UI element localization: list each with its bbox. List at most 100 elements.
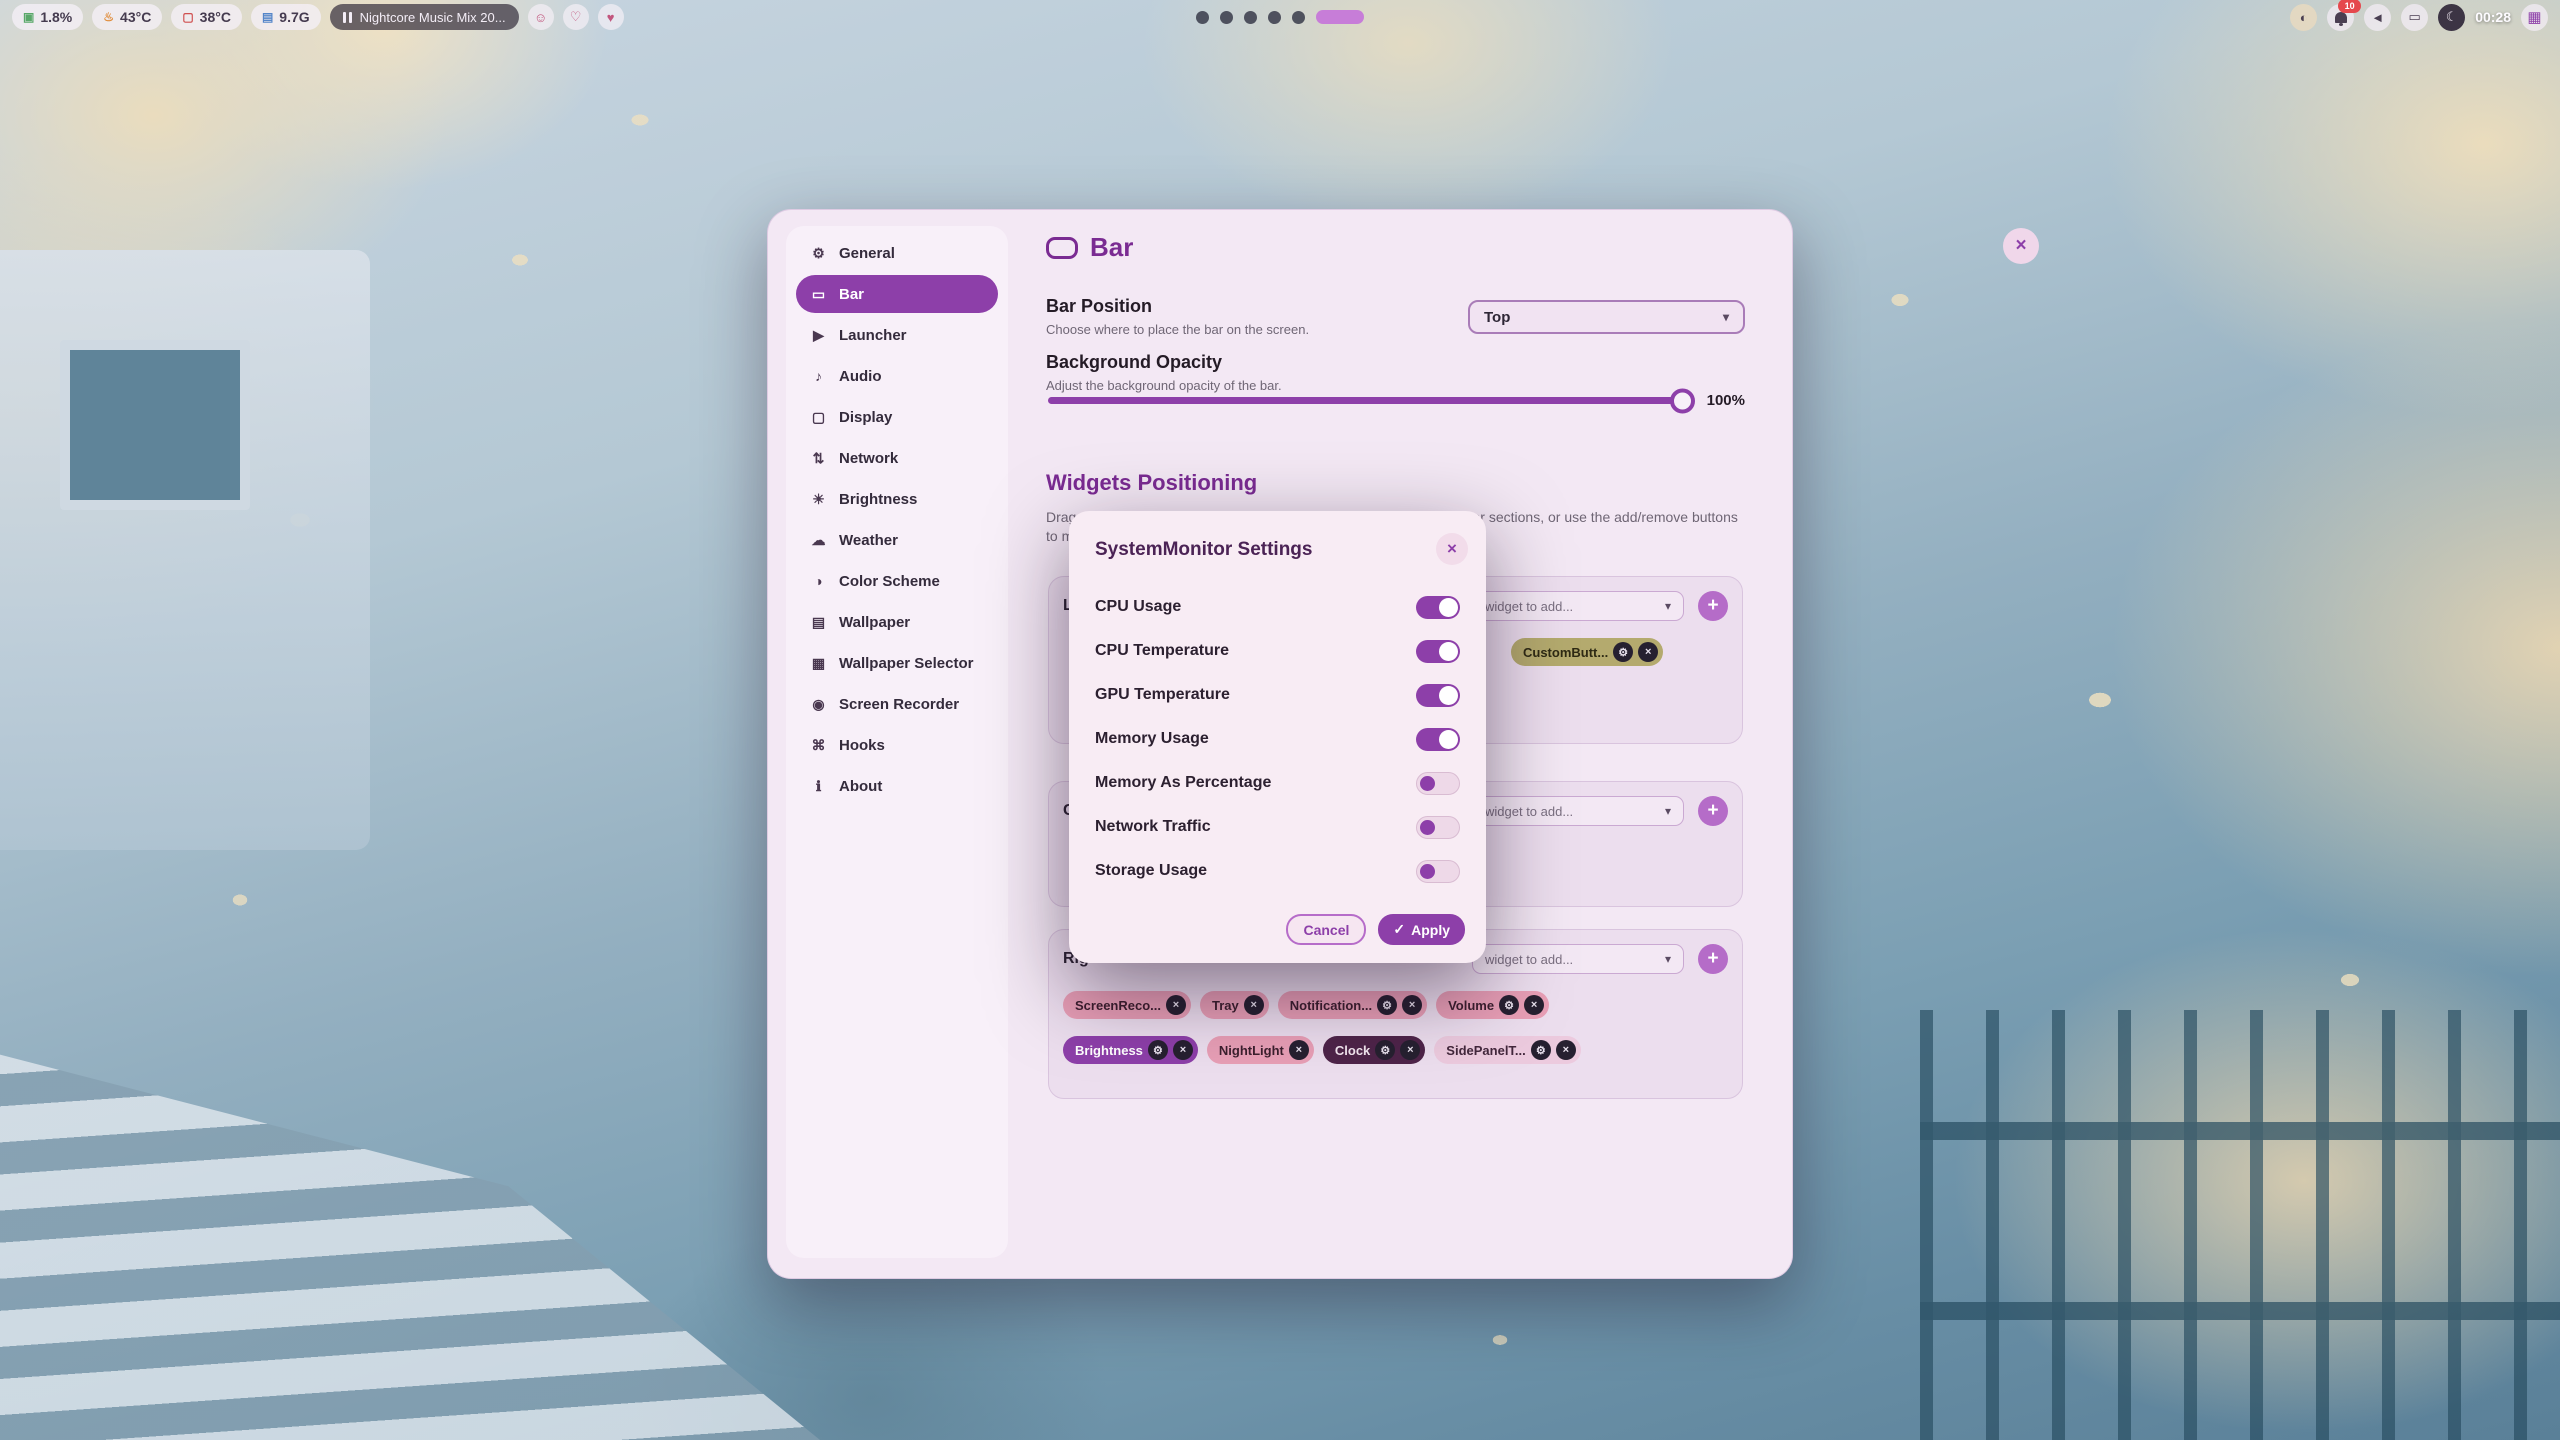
sidebar-item-about[interactable]: ℹ About (796, 767, 998, 805)
cpu-temp-module[interactable]: ♨ 43°C (92, 4, 162, 30)
add-widget-button[interactable]: + (1698, 944, 1728, 974)
sidebar-item-wallpaper-selector[interactable]: ▦ Wallpaper Selector (796, 644, 998, 682)
dialog-title: SystemMonitor Settings (1095, 539, 1312, 561)
gear-icon[interactable]: ⚙ (1499, 995, 1519, 1015)
sidebar-item-display[interactable]: ▢ Display (796, 398, 998, 436)
sidebar-item-label: Network (839, 450, 898, 467)
sidebar-item-audio[interactable]: ♪ Audio (796, 357, 998, 395)
remove-icon[interactable]: × (1173, 1040, 1193, 1060)
sidebar-item-hooks[interactable]: ⌘ Hooks (796, 726, 998, 764)
widget-chip-notifications[interactable]: Notification... ⚙ × (1278, 991, 1427, 1019)
remove-icon[interactable]: × (1289, 1040, 1309, 1060)
emote-icon: ☺ (534, 10, 547, 25)
night-light-button[interactable]: ☾ (2438, 4, 2465, 31)
sidebar-item-color-scheme[interactable]: ◑ Color Scheme (796, 562, 998, 600)
sidebar-item-screen-recorder[interactable]: ◉ Screen Recorder (796, 685, 998, 723)
memory-module[interactable]: ▤ 9.7G (251, 4, 321, 30)
dialog-close-button[interactable]: × (1436, 533, 1468, 565)
remove-icon[interactable]: × (1400, 1040, 1420, 1060)
add-widget-button[interactable]: + (1698, 591, 1728, 621)
opacity-slider[interactable] (1048, 397, 1691, 404)
add-widget-dropdown[interactable]: widget to add... ▾ (1472, 591, 1684, 621)
notifications-button[interactable]: 10 (2327, 4, 2354, 31)
sliders-icon: ⚙ (809, 245, 828, 262)
volume-button[interactable]: ◄ (2364, 4, 2391, 31)
heart-button[interactable]: ♡ (563, 4, 589, 30)
setting-row-network-traffic: Network Traffic (1095, 805, 1460, 849)
workspace-dot[interactable] (1244, 11, 1257, 24)
add-widget-dropdown[interactable]: widget to add... ▾ (1472, 796, 1684, 826)
emote-button[interactable]: ☺ (528, 4, 554, 30)
remove-icon[interactable]: × (1402, 995, 1422, 1015)
background-opacity-slider-row: 100% (1048, 392, 1745, 409)
cpu-usage-toggle[interactable] (1416, 596, 1460, 619)
memory-as-percentage-toggle[interactable] (1416, 772, 1460, 795)
widget-chip-screenrecorder[interactable]: ScreenReco... × (1063, 991, 1191, 1019)
gear-icon[interactable]: ⚙ (1613, 642, 1633, 662)
sidebar-item-label: Display (839, 409, 892, 426)
media-title: Nightcore Music Mix 20... (360, 10, 506, 25)
gear-icon[interactable]: ⚙ (1531, 1040, 1551, 1060)
gear-icon[interactable]: ⚙ (1377, 995, 1397, 1015)
close-button[interactable]: × (2003, 228, 2039, 264)
widget-chip-volume[interactable]: Volume ⚙ × (1436, 991, 1549, 1019)
chevron-down-icon: ▾ (1723, 310, 1729, 324)
remove-icon[interactable]: × (1524, 995, 1544, 1015)
sidebar-item-weather[interactable]: ☁ Weather (796, 521, 998, 559)
storage-usage-toggle[interactable] (1416, 860, 1460, 883)
sidebar-item-network[interactable]: ⇅ Network (796, 439, 998, 477)
sidebar-item-general[interactable]: ⚙ General (796, 234, 998, 272)
widget-chip-clock[interactable]: Clock ⚙ × (1323, 1036, 1425, 1064)
setting-row-cpu-usage: CPU Usage (1095, 585, 1460, 629)
add-widget-dropdown[interactable]: widget to add... ▾ (1472, 944, 1684, 974)
add-widget-placeholder: widget to add... (1485, 599, 1573, 614)
background-opacity-description: Adjust the background opacity of the bar… (1046, 378, 1282, 393)
widget-chip-nightlight[interactable]: NightLight × (1207, 1036, 1314, 1064)
cancel-button[interactable]: Cancel (1286, 914, 1366, 945)
remove-icon[interactable]: × (1166, 995, 1186, 1015)
widget-chip-tray[interactable]: Tray × (1200, 991, 1269, 1019)
heart-filled-button[interactable]: ♥ (598, 4, 624, 30)
apply-button[interactable]: ✓ Apply (1378, 914, 1465, 945)
widget-chip-brightness[interactable]: Brightness ⚙ × (1063, 1036, 1198, 1064)
workspace-dot[interactable] (1196, 11, 1209, 24)
sidebar-item-launcher[interactable]: ▶ Launcher (796, 316, 998, 354)
sidebar-item-label: Screen Recorder (839, 696, 959, 713)
remove-icon[interactable]: × (1638, 642, 1658, 662)
sidebar-item-bar[interactable]: ▭ Bar (796, 275, 998, 313)
bar-position-dropdown[interactable]: Top ▾ (1468, 300, 1745, 334)
clock-text[interactable]: 00:28 (2475, 9, 2511, 25)
opacity-slider-knob[interactable] (1670, 388, 1695, 413)
widget-chip-sidepanel[interactable]: SidePanelT... ⚙ × (1434, 1036, 1580, 1064)
cpu-usage-module[interactable]: ▣ 1.8% (12, 4, 83, 30)
media-player-module[interactable]: Nightcore Music Mix 20... (330, 4, 519, 30)
add-widget-button[interactable]: + (1698, 796, 1728, 826)
sidebar-item-wallpaper[interactable]: ▤ Wallpaper (796, 603, 998, 641)
remove-icon[interactable]: × (1556, 1040, 1576, 1060)
gpu-temperature-toggle[interactable] (1416, 684, 1460, 707)
workspace-dot[interactable] (1292, 11, 1305, 24)
bar-position-field: Bar Position Choose where to place the b… (1046, 296, 1309, 337)
active-workspace-pill[interactable] (1316, 10, 1364, 24)
sidebar-item-label: Bar (839, 286, 864, 303)
gear-icon[interactable]: ⚙ (1148, 1040, 1168, 1060)
gpu-temp-module[interactable]: ▢ 38°C (171, 4, 242, 30)
workspace-dot[interactable] (1268, 11, 1281, 24)
widget-chip-custombutton[interactable]: CustomButt... ⚙ × (1511, 638, 1663, 666)
top-bar-right: ◐ 10 ◄ ▭ ☾ 00:28 ▦ (2290, 4, 2548, 31)
remove-icon[interactable]: × (1244, 995, 1264, 1015)
palette-button[interactable]: ◐ (2290, 4, 2317, 31)
dialog-buttons: Cancel ✓ Apply (1286, 914, 1465, 945)
gear-icon[interactable]: ⚙ (1375, 1040, 1395, 1060)
sidebar-item-brightness[interactable]: ☀ Brightness (796, 480, 998, 518)
cpu-icon: ▣ (23, 10, 34, 24)
network-traffic-toggle[interactable] (1416, 816, 1460, 839)
screencast-button[interactable]: ▭ (2401, 4, 2428, 31)
app-grid-button[interactable]: ▦ (2521, 4, 2548, 31)
sun-icon: ☀ (809, 491, 828, 508)
cpu-temperature-toggle[interactable] (1416, 640, 1460, 663)
settings-sidebar: ⚙ General ▭ Bar ▶ Launcher ♪ Audio ▢ Dis… (786, 226, 1008, 1258)
workspace-dot[interactable] (1220, 11, 1233, 24)
memory-usage-toggle[interactable] (1416, 728, 1460, 751)
gpu-icon: ▢ (182, 10, 193, 24)
